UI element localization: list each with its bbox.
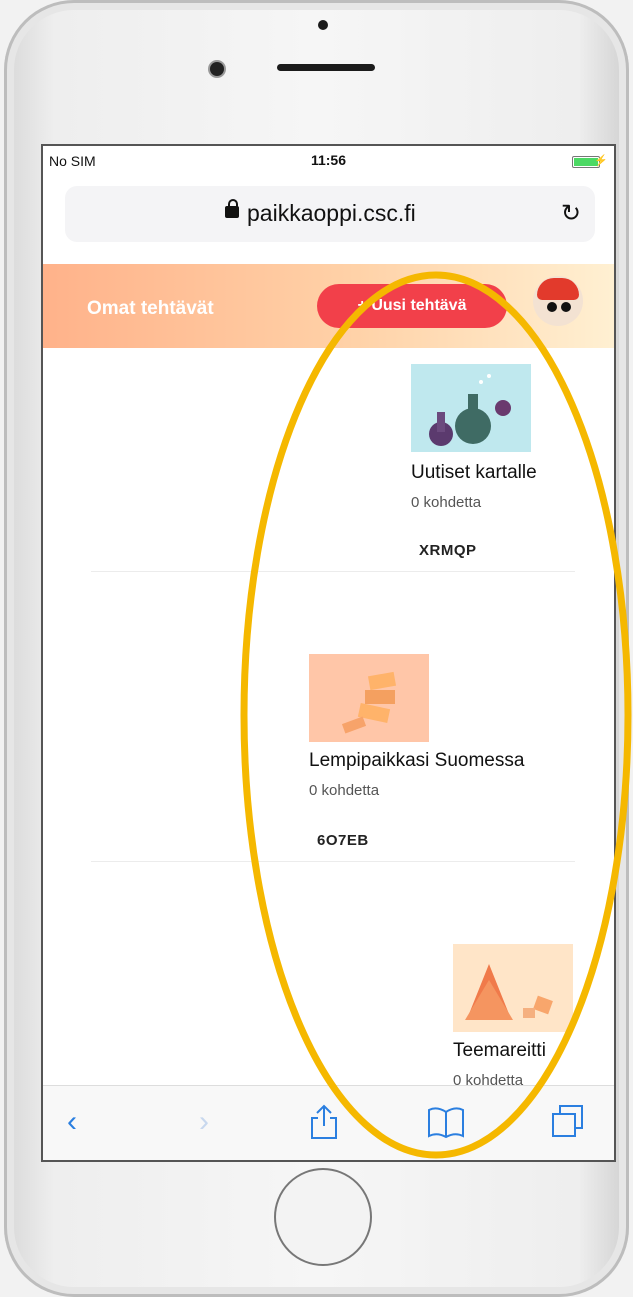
divider xyxy=(91,861,575,862)
url-text: paikkaoppi.csc.fi xyxy=(247,200,416,226)
task-thumbnail xyxy=(309,654,429,742)
clock: 11:56 xyxy=(310,152,347,168)
task-code: XRMQP xyxy=(419,542,477,559)
home-button[interactable] xyxy=(274,1168,372,1266)
sensor-dot xyxy=(318,20,328,30)
share-icon[interactable] xyxy=(309,1104,339,1140)
phone-screen: No SIM 11:56 ⚡ paikkaoppi.csc.fi ↻ Omat … xyxy=(41,144,616,1162)
page-title: Omat tehtävät xyxy=(87,298,214,319)
task-name: Teemareitti xyxy=(453,1040,546,1061)
new-task-button[interactable]: + Uusi tehtävä xyxy=(317,284,507,328)
address-bar[interactable]: paikkaoppi.csc.fi ↻ xyxy=(65,186,595,242)
charging-icon: ⚡ xyxy=(594,155,608,167)
forward-icon[interactable]: › xyxy=(199,1104,209,1140)
bookmarks-icon[interactable] xyxy=(427,1104,465,1140)
task-count: 0 kohdetta xyxy=(309,782,380,799)
task-count: 0 kohdetta xyxy=(411,494,482,511)
task-thumbnail xyxy=(453,944,573,1032)
task-thumbnail xyxy=(411,364,531,452)
task-name: Lempipaikkasi Suomessa xyxy=(309,750,525,771)
status-bar: No SIM 11:56 ⚡ xyxy=(43,146,614,174)
reload-icon[interactable]: ↻ xyxy=(561,199,581,228)
browser-toolbar: ‹ › xyxy=(43,1085,614,1160)
task-name: Uutiset kartalle xyxy=(411,462,537,483)
divider xyxy=(91,571,575,572)
app-header: Omat tehtävät + Uusi tehtävä xyxy=(43,264,614,348)
lock-icon xyxy=(225,199,239,218)
task-code: 6O7EB xyxy=(317,832,369,849)
back-icon[interactable]: ‹ xyxy=(67,1104,77,1140)
front-camera xyxy=(210,62,224,76)
earpiece-speaker xyxy=(277,64,375,71)
tabs-icon[interactable] xyxy=(551,1104,585,1140)
phone-frame: No SIM 11:56 ⚡ paikkaoppi.csc.fi ↻ Omat … xyxy=(4,0,629,1297)
avatar[interactable] xyxy=(533,276,583,326)
